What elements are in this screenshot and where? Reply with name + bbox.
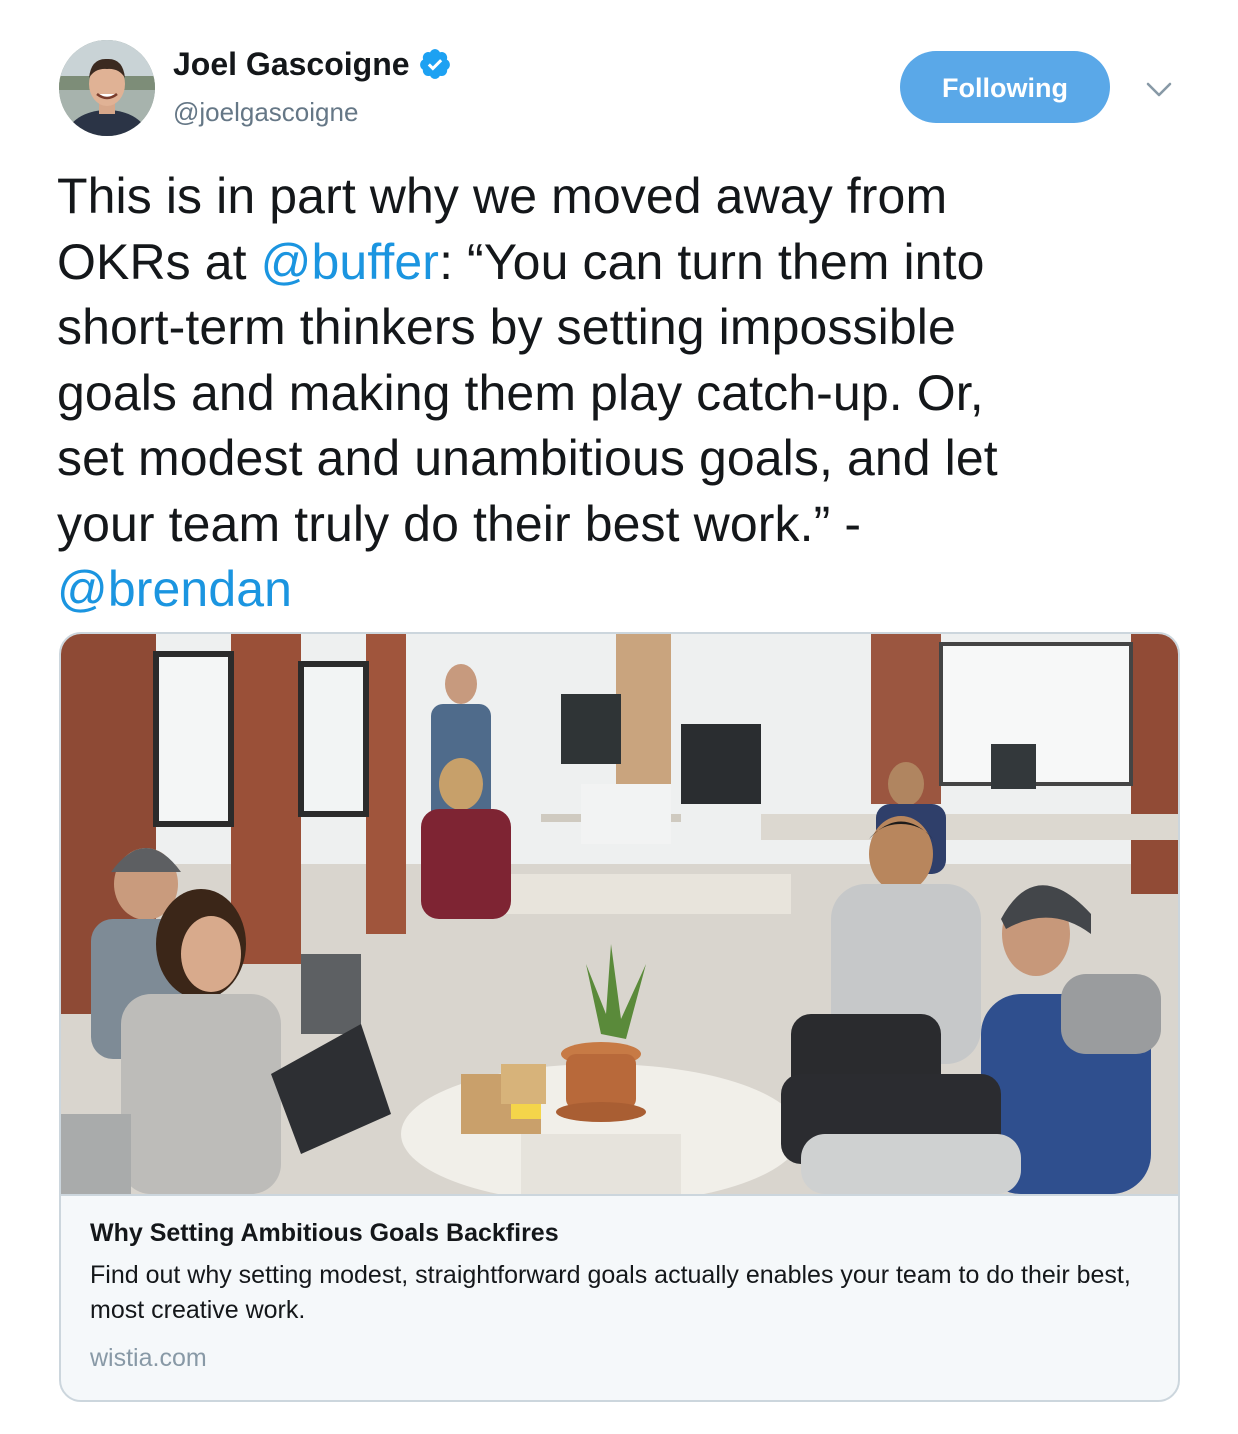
tweet-text-segment: OKRs at <box>57 233 261 290</box>
tweet-text-line: set modest and unambitious goals, and le… <box>57 430 998 486</box>
tweet-text-line: @brendan <box>57 557 1177 623</box>
tweet-text-segment: : “You can turn them into <box>439 233 985 290</box>
display-name[interactable]: Joel Gascoigne <box>173 44 410 84</box>
office-team-photo <box>61 634 1178 1194</box>
tweet-text: This is in part why we moved away from O… <box>57 164 1177 623</box>
avatar-photo <box>59 40 155 136</box>
avatar[interactable] <box>59 40 155 136</box>
user-handle[interactable]: @joelgascoigne <box>173 96 358 128</box>
tweet: Joel Gascoigne @joelgascoigne Following … <box>0 0 1238 1434</box>
name-row: Joel Gascoigne <box>173 44 452 84</box>
card-body: Why Setting Ambitious Goals Backfires Fi… <box>90 1216 1150 1374</box>
card-description: Find out why setting modest, straightfor… <box>90 1261 1131 1324</box>
link-preview-card[interactable]: Why Setting Ambitious Goals Backfires Fi… <box>59 632 1180 1402</box>
tweet-text-line: short-term thinkers by setting impossibl… <box>57 299 956 355</box>
tweet-text-line: goals and making them play catch-up. Or, <box>57 364 984 421</box>
card-domain: wistia.com <box>90 1344 207 1372</box>
following-button[interactable]: Following <box>900 51 1110 123</box>
tweet-text-line: your team truly do their best work.” - <box>57 495 862 552</box>
card-title[interactable]: Why Setting Ambitious Goals Backfires <box>90 1216 1150 1250</box>
verified-badge-icon <box>419 49 450 79</box>
tweet-text-line: This is in part why we moved away from <box>57 168 948 224</box>
mention-buffer-link[interactable]: @buffer <box>261 234 439 290</box>
tweet-text-line: OKRs at @buffer: “You can turn them into <box>57 230 1177 296</box>
mention-brendan-link[interactable]: @brendan <box>57 561 292 617</box>
card-image[interactable] <box>61 634 1178 1196</box>
chevron-down-icon[interactable] <box>1141 74 1177 104</box>
